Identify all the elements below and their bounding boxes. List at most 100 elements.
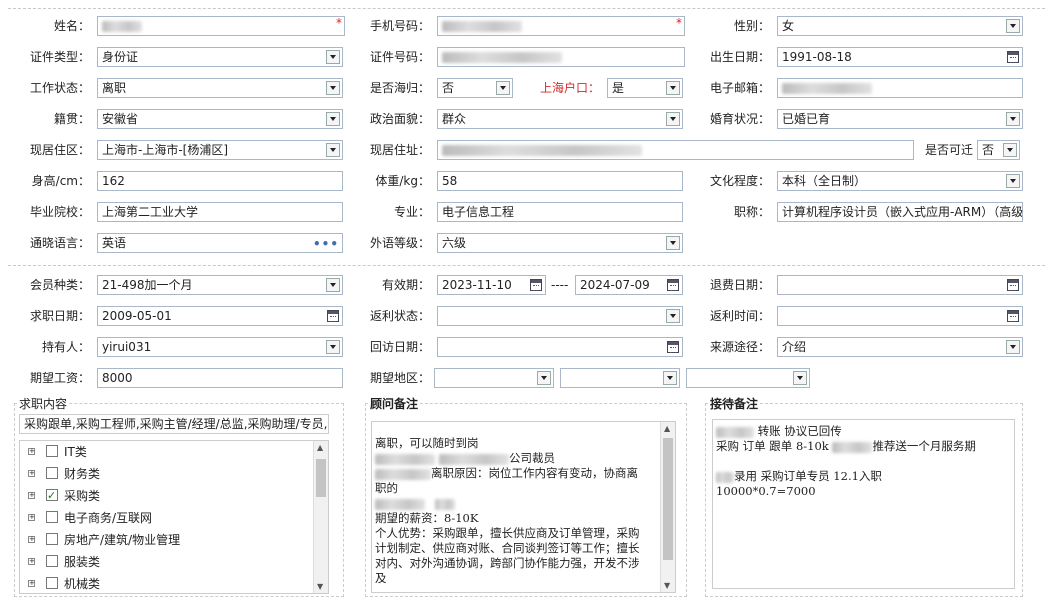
scroll-up-icon[interactable]: ▲ bbox=[317, 443, 323, 452]
gender-select[interactable]: 女 bbox=[777, 16, 1023, 36]
chevron-down-icon[interactable] bbox=[1003, 143, 1017, 157]
calendar-icon[interactable] bbox=[530, 279, 542, 291]
email-input[interactable] bbox=[777, 78, 1023, 98]
expand-icon[interactable]: + bbox=[28, 580, 35, 587]
reception-notes-textarea[interactable]: 转账 协议已回传 采购 订单 跟单 8-10k 推荐送一个月服务期 录用 采购订… bbox=[712, 419, 1015, 589]
chevron-down-icon[interactable] bbox=[666, 236, 680, 250]
chevron-down-icon[interactable] bbox=[326, 81, 340, 95]
visit-input[interactable] bbox=[437, 337, 683, 357]
calendar-icon[interactable] bbox=[1007, 279, 1019, 291]
school-input[interactable]: 上海第二工业大学 bbox=[97, 202, 343, 222]
expand-icon[interactable]: + bbox=[28, 514, 35, 521]
expand-icon[interactable]: + bbox=[28, 448, 35, 455]
weight-input[interactable]: 58 bbox=[437, 171, 683, 191]
checkbox[interactable] bbox=[46, 533, 58, 545]
chevron-down-icon[interactable] bbox=[326, 112, 340, 126]
salary-input[interactable]: 8000 bbox=[97, 368, 343, 388]
name-input[interactable]: * bbox=[97, 16, 345, 36]
chevron-down-icon[interactable] bbox=[1006, 19, 1020, 33]
lang-input[interactable]: 英语 ••• bbox=[97, 233, 343, 253]
checkbox[interactable] bbox=[46, 577, 58, 589]
tree-item[interactable]: + IT类 bbox=[20, 441, 314, 463]
chevron-down-icon[interactable] bbox=[1006, 112, 1020, 126]
rebate-status-label: 返利状态： bbox=[369, 309, 430, 323]
tree-item[interactable]: + 电子商务/互联网 bbox=[20, 507, 314, 529]
tree-item[interactable]: + 服装类 bbox=[20, 551, 314, 573]
checkbox[interactable] bbox=[46, 511, 58, 523]
holder-select[interactable]: yirui031 bbox=[97, 337, 343, 357]
native-select[interactable]: 安徽省 bbox=[97, 109, 343, 129]
chevron-down-icon[interactable] bbox=[326, 278, 340, 292]
expand-icon[interactable]: + bbox=[28, 470, 35, 477]
marital-select[interactable]: 已婚已育 bbox=[777, 109, 1023, 129]
consult-scrollbar[interactable]: ▲ ▼ bbox=[660, 422, 675, 592]
idno-input[interactable] bbox=[437, 47, 685, 67]
chevron-down-icon[interactable] bbox=[326, 143, 340, 157]
chevron-down-icon[interactable] bbox=[666, 112, 680, 126]
consult-notes-textarea[interactable]: 离职，可以随时到岗 公司裁员 离职原因：岗位工作内容有变动，协商离 职的 期望的… bbox=[371, 421, 676, 593]
job-tree-scrollbar[interactable]: ▲ ▼ bbox=[313, 441, 328, 593]
calendar-icon[interactable] bbox=[327, 310, 339, 322]
member-type-select[interactable]: 21-498加一个月 bbox=[97, 275, 343, 295]
tree-item[interactable]: + 房地产/建筑/物业管理 bbox=[20, 529, 314, 551]
chevron-down-icon[interactable] bbox=[326, 340, 340, 354]
title-input[interactable]: 计算机程序设计员（嵌入式应用-ARM）（高级 bbox=[777, 202, 1023, 222]
chevron-down-icon[interactable] bbox=[663, 371, 677, 385]
chevron-down-icon[interactable] bbox=[666, 309, 680, 323]
birth-input[interactable]: 1991-08-18 bbox=[777, 47, 1023, 67]
major-input[interactable]: 电子信息工程 bbox=[437, 202, 683, 222]
tree-item[interactable]: + 财务类 bbox=[20, 463, 314, 485]
checkbox[interactable] bbox=[46, 467, 58, 479]
chevron-down-icon[interactable] bbox=[793, 371, 807, 385]
chevron-down-icon[interactable] bbox=[1006, 340, 1020, 354]
checkbox[interactable] bbox=[46, 445, 58, 457]
scroll-thumb[interactable] bbox=[316, 459, 326, 497]
tree-item[interactable]: + 机械类 bbox=[20, 573, 314, 593]
tree-item[interactable]: + 采购类 bbox=[20, 485, 314, 507]
district-select[interactable]: 上海市-上海市-[杨浦区] bbox=[97, 140, 343, 160]
political-label: 政治面貌： bbox=[369, 112, 430, 126]
region-province-select[interactable] bbox=[434, 368, 554, 388]
chevron-down-icon[interactable] bbox=[1006, 174, 1020, 188]
relocate-select[interactable]: 否 bbox=[977, 140, 1020, 160]
region-city-select[interactable] bbox=[560, 368, 680, 388]
valid-to-input[interactable]: 2024-07-09 bbox=[575, 275, 683, 295]
calendar-icon[interactable] bbox=[1007, 51, 1019, 63]
hukou-select[interactable]: 是 bbox=[607, 78, 683, 98]
refund-input[interactable] bbox=[777, 275, 1023, 295]
idtype-select[interactable]: 身份证 bbox=[97, 47, 343, 67]
political-select[interactable]: 群众 bbox=[437, 109, 683, 129]
work-select[interactable]: 离职 bbox=[97, 78, 343, 98]
chevron-down-icon[interactable] bbox=[537, 371, 551, 385]
chevron-down-icon[interactable] bbox=[326, 50, 340, 64]
region-district-select[interactable] bbox=[686, 368, 810, 388]
height-input[interactable]: 162 bbox=[97, 171, 343, 191]
job-summary-input[interactable]: 采购跟单,采购工程师,采购主管/经理/总监,采购助理/专员,仓 bbox=[19, 414, 329, 434]
holder-value: yirui031 bbox=[102, 340, 152, 354]
address-input[interactable] bbox=[437, 140, 914, 160]
expand-icon[interactable]: + bbox=[28, 536, 35, 543]
scroll-down-icon[interactable]: ▼ bbox=[664, 581, 670, 590]
expand-icon[interactable]: + bbox=[28, 492, 35, 499]
rebate-time-input[interactable] bbox=[777, 306, 1023, 326]
edu-select[interactable]: 本科（全日制） bbox=[777, 171, 1023, 191]
expand-icon[interactable]: + bbox=[28, 558, 35, 565]
valid-from-input[interactable]: 2023-11-10 bbox=[437, 275, 546, 295]
checkbox[interactable] bbox=[46, 555, 58, 567]
calendar-icon[interactable] bbox=[667, 279, 679, 291]
calendar-icon[interactable] bbox=[1007, 310, 1019, 322]
checkbox[interactable] bbox=[46, 485, 58, 507]
flevel-select[interactable]: 六级 bbox=[437, 233, 683, 253]
more-icon[interactable]: ••• bbox=[313, 235, 339, 252]
chevron-down-icon[interactable] bbox=[496, 81, 510, 95]
calendar-icon[interactable] bbox=[667, 341, 679, 353]
source-select[interactable]: 介绍 bbox=[777, 337, 1023, 357]
chevron-down-icon[interactable] bbox=[666, 81, 680, 95]
phone-input[interactable]: * bbox=[437, 16, 685, 36]
rebate-status-select[interactable] bbox=[437, 306, 683, 326]
apply-input[interactable]: 2009-05-01 bbox=[97, 306, 343, 326]
scroll-down-icon[interactable]: ▼ bbox=[317, 582, 323, 591]
scroll-up-icon[interactable]: ▲ bbox=[664, 424, 670, 433]
returnee-select[interactable]: 否 bbox=[437, 78, 513, 98]
scroll-thumb[interactable] bbox=[663, 438, 673, 560]
